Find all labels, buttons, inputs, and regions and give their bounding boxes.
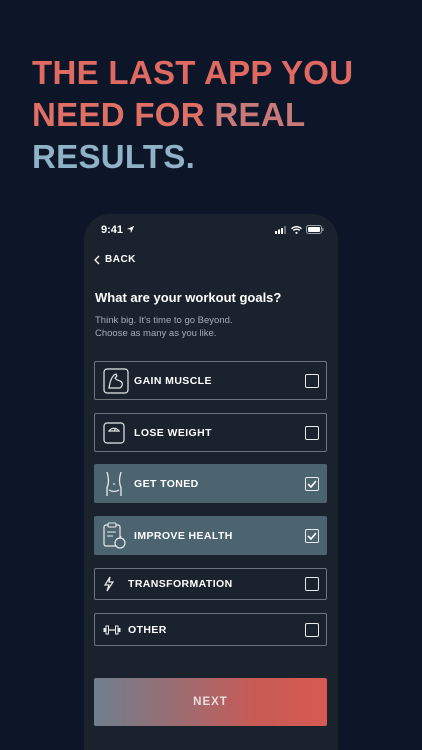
subtitle-line-1: Think big. It's time to go Beyond. [95, 315, 233, 326]
option-lose-weight[interactable]: LOSE WEIGHT [94, 413, 327, 452]
torso-icon [106, 471, 122, 496]
option-label: OTHER [128, 623, 167, 636]
wifi-icon [291, 225, 302, 234]
marketing-headline: THE LAST APP YOU NEED FOR REAL RESULTS. [32, 52, 353, 178]
option-label: LOSE WEIGHT [134, 426, 212, 439]
option-gain-muscle[interactable]: GAIN MUSCLE [94, 361, 327, 400]
phone-screen: 9:41 BACK What are your workout goals? T… [84, 214, 338, 750]
checkbox[interactable] [305, 622, 319, 637]
dumbbell-icon [103, 625, 121, 634]
battery-icon [306, 225, 324, 234]
subtitle-line-2: Choose as many as you like. [95, 327, 217, 339]
option-label: TRANSFORMATION [128, 578, 233, 590]
lightning-icon [103, 576, 115, 592]
checkmark-icon [307, 479, 317, 488]
headline-line-2: NEED FOR REAL [32, 94, 353, 136]
option-label: GAIN MUSCLE [134, 374, 212, 387]
headline-line-3: RESULTS. [32, 138, 196, 175]
option-get-toned[interactable]: GET TONED [94, 464, 327, 503]
headline-line-2-part-2: REAL [214, 96, 306, 133]
option-improve-health[interactable]: IMPROVE HEALTH [94, 516, 327, 555]
back-button[interactable]: BACK [94, 254, 136, 265]
checkbox[interactable] [305, 577, 319, 591]
page-subtitle: Think big. It's time to go Beyond. Choos… [95, 315, 315, 340]
status-bar: 9:41 [84, 222, 338, 240]
checkbox[interactable] [305, 373, 319, 388]
checkbox[interactable] [305, 425, 319, 440]
page-title: What are your workout goals? [95, 290, 282, 305]
option-label: IMPROVE HEALTH [134, 529, 233, 542]
option-transformation[interactable]: TRANSFORMATION [94, 568, 327, 600]
option-label: GET TONED [134, 477, 199, 490]
back-label: BACK [105, 254, 136, 265]
location-arrow-icon [126, 225, 135, 234]
next-label: NEXT [193, 696, 228, 708]
status-icons [275, 225, 324, 234]
signal-icon [275, 225, 286, 234]
scale-icon [103, 421, 125, 444]
checkbox[interactable] [305, 528, 319, 543]
flexed-arm-icon [103, 367, 129, 394]
headline-line-2-part-1: NEED FOR [32, 96, 205, 133]
checkbox[interactable] [305, 476, 319, 491]
status-time: 9:41 [101, 224, 124, 236]
headline-line-1: THE LAST APP YOU [32, 54, 354, 91]
clipboard-apple-icon [103, 521, 126, 549]
next-button[interactable]: NEXT [94, 678, 327, 726]
chevron-left-icon [94, 255, 100, 264]
option-other[interactable]: OTHER [94, 613, 327, 646]
checkmark-icon [307, 531, 317, 540]
